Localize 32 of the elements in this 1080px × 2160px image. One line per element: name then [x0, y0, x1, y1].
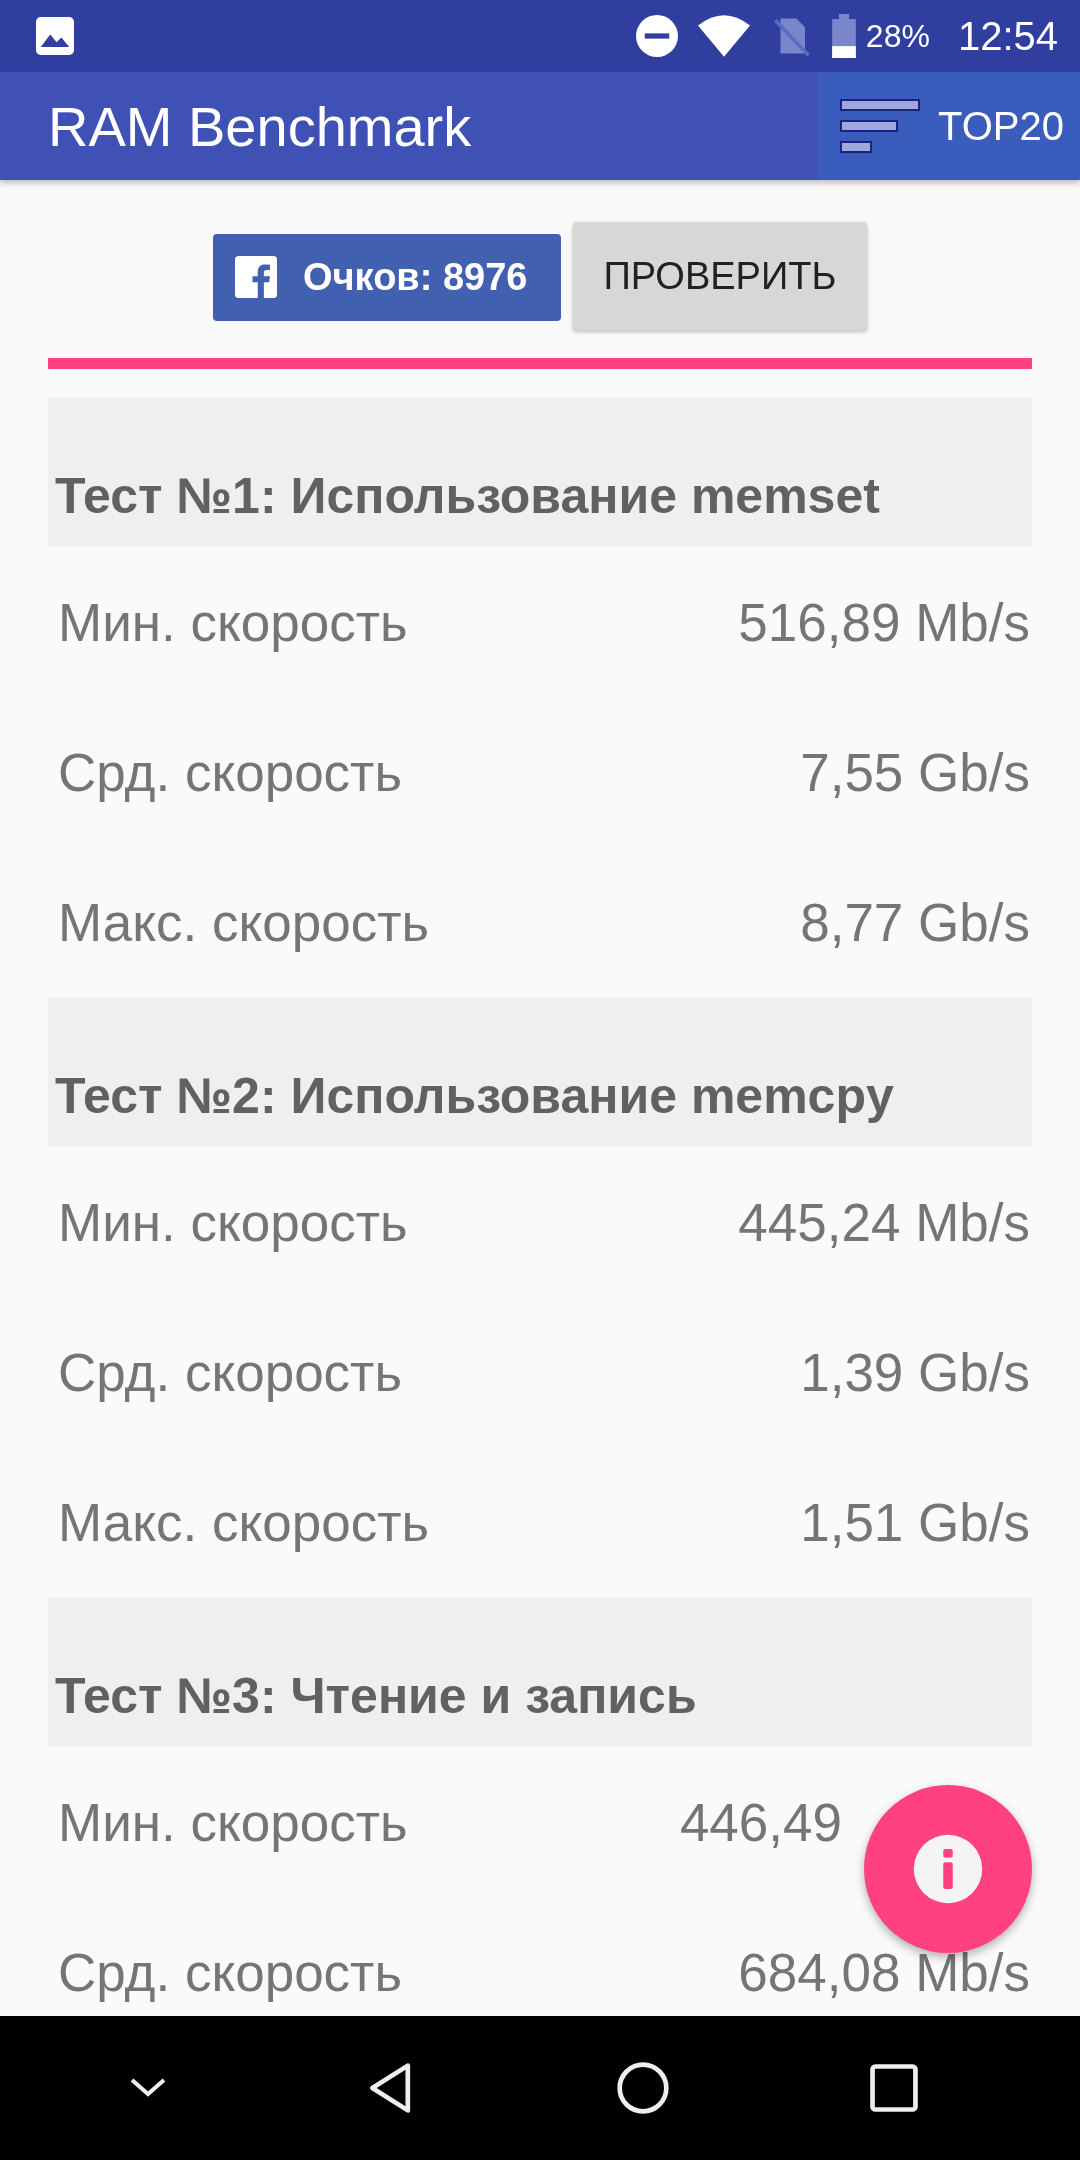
section-title: Тест №1: Использование memset: [55, 467, 880, 525]
ranking-icon: [840, 99, 920, 153]
metric-label: Мин. скорость: [58, 1791, 408, 1853]
battery-icon: [831, 14, 856, 58]
metric-value: 1,51 Gb/s: [800, 1491, 1030, 1553]
score-share-button[interactable]: Очков: 8976: [213, 233, 561, 321]
metric-label: Мин. скорость: [58, 1191, 408, 1253]
metric-value: 8,77 Gb/s: [800, 891, 1030, 953]
home-icon[interactable]: [614, 2060, 671, 2116]
section-title: Тест №2: Использование memcpy: [55, 1067, 894, 1125]
battery-percent: 28%: [865, 17, 930, 55]
metric-label: Макс. скорость: [58, 891, 430, 953]
top20-button[interactable]: TOP20: [818, 72, 1080, 180]
section-title: Тест №3: Чтение и запись: [55, 1667, 697, 1725]
metric-label: Срд. скорость: [58, 741, 402, 803]
metric-value: 684,08 Mb/s: [738, 1941, 1030, 2003]
wifi-icon: [697, 15, 750, 57]
metric-value: 7,55 Gb/s: [800, 741, 1030, 803]
gallery-icon: [36, 17, 74, 55]
do-not-disturb-icon: [635, 15, 678, 57]
metric-value: 445,24 Mb/s: [738, 1191, 1030, 1253]
check-button[interactable]: ПРОВЕРИТЬ: [573, 222, 867, 330]
metric-value: 1,39 Gb/s: [800, 1341, 1030, 1403]
metric-value: 516,89 Mb/s: [738, 591, 1030, 653]
metric-value: 446,49: [679, 1791, 842, 1853]
metric-label: Срд. скорость: [58, 1941, 402, 2003]
clock-time: 12:54: [957, 13, 1058, 59]
metric-label: Срд. скорость: [58, 1341, 402, 1403]
metric-label: Мин. скорость: [58, 591, 408, 653]
app-title: RAM Benchmark: [48, 93, 472, 159]
facebook-icon: [235, 256, 277, 298]
metric-label: Макс. скорость: [58, 1491, 430, 1553]
